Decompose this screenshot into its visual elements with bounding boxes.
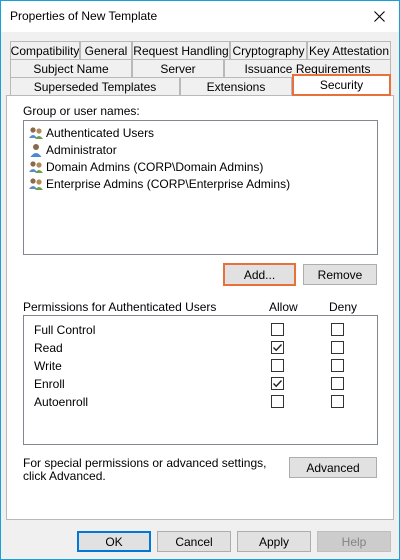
ok-button-label: OK: [105, 534, 123, 549]
permissions-label: Permissions for Authenticated Users: [23, 300, 217, 314]
deny-checkbox[interactable]: [331, 323, 344, 336]
allow-checkbox[interactable]: [271, 395, 284, 408]
list-item[interactable]: Administrator: [28, 141, 117, 158]
group-user-list[interactable]: Authenticated Users Administrator Domain…: [23, 120, 378, 255]
remove-button-label: Remove: [317, 267, 363, 282]
tab-label: General: [84, 43, 128, 58]
properties-dialog: Properties of New Template Compatibility…: [0, 0, 400, 560]
tab-label: Extensions: [206, 79, 266, 94]
list-item[interactable]: Authenticated Users: [28, 124, 154, 141]
group-name: Enterprise Admins (CORP\Enterprise Admin…: [46, 176, 291, 191]
checkmark-icon: [273, 380, 283, 388]
apply-button-label: Apply: [258, 534, 290, 549]
tab-request-handling[interactable]: Request Handling: [132, 41, 230, 59]
tab-extensions[interactable]: Extensions: [180, 77, 292, 95]
permission-row: Write: [24, 357, 377, 375]
list-item[interactable]: Domain Admins (CORP\Domain Admins): [28, 158, 263, 175]
close-icon: [373, 11, 385, 22]
tab-label: Server: [160, 61, 196, 76]
group-icon: [29, 160, 43, 173]
cancel-button[interactable]: Cancel: [157, 531, 231, 552]
advanced-button-label: Advanced: [306, 460, 360, 475]
group-name: Domain Admins (CORP\Domain Admins): [46, 159, 264, 174]
apply-button[interactable]: Apply: [237, 531, 311, 552]
deny-checkbox[interactable]: [331, 341, 344, 354]
tab-label: Compatibility: [10, 43, 80, 58]
add-button-label: Add...: [243, 267, 276, 282]
tab-label: Subject Name: [33, 61, 109, 76]
permission-row: Autoenroll: [24, 393, 377, 411]
permission-name: Full Control: [34, 323, 96, 337]
help-button[interactable]: Help: [317, 531, 391, 552]
checkmark-icon: [273, 344, 283, 352]
close-button[interactable]: [359, 1, 399, 32]
group-name: Administrator: [46, 142, 117, 157]
deny-checkbox[interactable]: [331, 359, 344, 372]
tab-label: Superseded Templates: [33, 79, 157, 94]
group-name: Authenticated Users: [46, 125, 155, 140]
groups-label: Group or user names:: [23, 104, 140, 118]
allow-column-header: Allow: [269, 300, 298, 314]
remove-button[interactable]: Remove: [303, 264, 377, 285]
tab-cryptography[interactable]: Cryptography: [230, 41, 307, 59]
list-item[interactable]: Enterprise Admins (CORP\Enterprise Admin…: [28, 175, 290, 192]
tab-label: Cryptography: [232, 43, 305, 58]
tab-superseded-templates[interactable]: Superseded Templates: [10, 77, 180, 95]
permissions-list: Full Control Read Write Enroll Autoenrol…: [23, 315, 378, 445]
deny-checkbox[interactable]: [331, 395, 344, 408]
add-button[interactable]: Add...: [223, 263, 296, 286]
group-icon: [29, 177, 43, 190]
allow-checkbox[interactable]: [271, 359, 284, 372]
allow-checkbox[interactable]: [271, 341, 284, 354]
permission-name: Enroll: [34, 377, 65, 391]
advanced-note: For special permissions or advanced sett…: [23, 456, 267, 483]
tab-label: Key Attestation: [308, 43, 390, 58]
deny-column-header: Deny: [329, 300, 358, 314]
ok-button[interactable]: OK: [77, 531, 151, 552]
tab-general[interactable]: General: [80, 41, 132, 59]
permission-name: Read: [34, 341, 63, 355]
cancel-button-label: Cancel: [175, 534, 213, 549]
allow-checkbox[interactable]: [271, 377, 284, 390]
permission-name: Write: [34, 359, 62, 373]
group-icon: [29, 126, 43, 139]
user-icon: [30, 143, 42, 157]
tab-subject-name[interactable]: Subject Name: [10, 59, 132, 77]
advanced-button[interactable]: Advanced: [289, 457, 377, 478]
tab-key-attestation[interactable]: Key Attestation: [307, 41, 391, 59]
help-button-label: Help: [341, 534, 367, 549]
window-title: Properties of New Template: [10, 9, 158, 23]
permission-row: Enroll: [24, 375, 377, 393]
permission-row: Read: [24, 339, 377, 357]
allow-checkbox[interactable]: [271, 323, 284, 336]
tab-label: Request Handling: [133, 43, 229, 58]
permission-row: Full Control: [24, 321, 377, 339]
permission-name: Autoenroll: [34, 395, 89, 409]
tab-security[interactable]: Security: [292, 74, 391, 96]
tab-label: Security: [319, 78, 364, 92]
deny-checkbox[interactable]: [331, 377, 344, 390]
tab-compatibility[interactable]: Compatibility: [10, 41, 80, 59]
title-bar[interactable]: Properties of New Template: [1, 1, 399, 32]
tab-server[interactable]: Server: [132, 59, 224, 77]
